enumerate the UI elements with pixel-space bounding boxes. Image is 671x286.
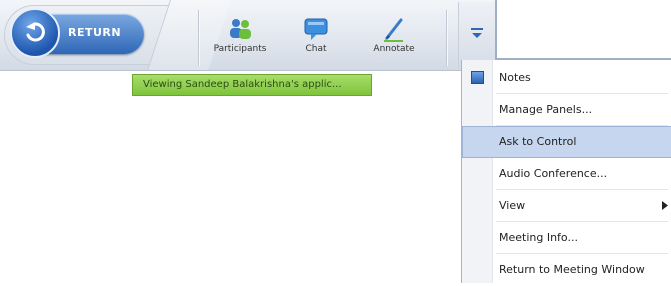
menu-item-audio-conference[interactable]: Audio Conference... bbox=[462, 158, 671, 190]
submenu-arrow-icon bbox=[662, 201, 668, 210]
menu-item-return-to-meeting-window[interactable]: Return to Meeting Window bbox=[462, 254, 671, 286]
menu-item-view[interactable]: View bbox=[462, 190, 671, 222]
menu-item-label: Meeting Info... bbox=[499, 231, 578, 244]
menu-item-label: Audio Conference... bbox=[499, 167, 608, 180]
annotate-label: Annotate bbox=[373, 44, 415, 54]
menu-item-notes[interactable]: Notes bbox=[462, 62, 671, 94]
menu-item-label: Ask to Control bbox=[499, 135, 577, 148]
toolbar-menu-dropdown[interactable] bbox=[458, 2, 495, 68]
menu-item-label: Return to Meeting Window bbox=[499, 263, 645, 276]
chat-button[interactable]: Chat bbox=[286, 10, 346, 66]
participants-button[interactable]: Participants bbox=[210, 10, 270, 66]
shared-view-panel bbox=[495, 0, 671, 60]
viewing-status-banner: Viewing Sandeep Balakrishna's applic... bbox=[132, 74, 372, 96]
annotate-button[interactable]: Annotate bbox=[364, 10, 424, 66]
chat-label: Chat bbox=[305, 44, 327, 54]
chat-icon bbox=[303, 16, 329, 42]
toolbar-separator bbox=[446, 10, 447, 66]
menu-item-meeting-info[interactable]: Meeting Info... bbox=[462, 222, 671, 254]
meeting-toolbar: RETURN Participants Chat Annotate bbox=[0, 0, 495, 71]
chevron-down-icon bbox=[471, 28, 483, 38]
menu-item-ask-to-control[interactable]: Ask to Control bbox=[462, 126, 671, 158]
toolbar-separator bbox=[198, 10, 199, 66]
menu-item-label: View bbox=[499, 199, 526, 212]
return-arrow-icon bbox=[10, 8, 60, 58]
return-button[interactable]: RETURN bbox=[10, 8, 144, 58]
participants-icon bbox=[227, 16, 253, 42]
participants-label: Participants bbox=[213, 44, 267, 54]
menu-item-label: Notes bbox=[499, 71, 531, 84]
return-label: RETURN bbox=[68, 26, 122, 39]
annotate-icon bbox=[381, 16, 407, 42]
checkbox-checked-icon bbox=[471, 71, 484, 84]
options-menu: Notes Manage Panels... Ask to Control Au… bbox=[461, 60, 671, 283]
menu-item-label: Manage Panels... bbox=[499, 103, 593, 116]
menu-item-manage-panels[interactable]: Manage Panels... bbox=[462, 94, 671, 126]
